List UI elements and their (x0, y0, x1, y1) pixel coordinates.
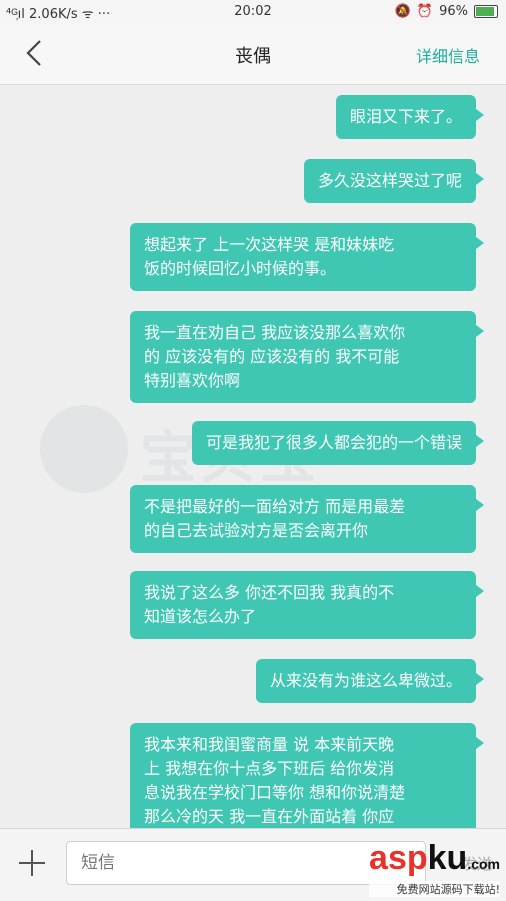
message-list[interactable]: 宝贝宝 眼泪又下来了。 多久没这样哭过了呢 想起来了 上一次这样哭 是和妹妹吃 … (0, 85, 506, 828)
conversation-header: 丧偶 详细信息 (0, 24, 506, 85)
watermark-octopus-icon (40, 405, 128, 493)
message-bubble[interactable]: 不是把最好的一面给对方 而是用最差 的自己去试验对方是否会离开你 (130, 485, 484, 553)
site-watermark-brand: aspku.com (369, 841, 500, 881)
message-bubble[interactable]: 我说了这么多 你还不回我 我真的不 知道该怎么办了 (130, 571, 484, 639)
message-bubble[interactable]: 从来没有为谁这么卑微过。 (255, 659, 485, 703)
message-bubble[interactable]: 眼泪又下来了。 (335, 95, 485, 139)
message-bubble[interactable]: 想起来了 上一次这样哭 是和妹妹吃 饭的时候回忆小时候的事。 (130, 223, 484, 291)
mute-icon: 🔕 (394, 4, 411, 19)
site-brand-part: asp (369, 839, 428, 877)
status-bar: ⁴ᴳ᷊ıl 2.06K/s ᯤ ··· 20:02 🔕 ⏰ 96% (0, 0, 506, 24)
site-watermark: aspku.com 免费网站源码下载站! (369, 841, 500, 897)
message-bubble[interactable]: 我本来和我闺蜜商量 说 本来前天晚 上 我想在你十点多下班后 给你发消 息说我在… (130, 723, 484, 828)
site-brand-part: ku (427, 839, 468, 877)
site-brand-part: .com (467, 856, 500, 872)
message-bubble[interactable]: 多久没这样哭过了呢 (303, 159, 485, 203)
message-bubble[interactable]: 我一直在劝自己 我应该没那么喜欢你 的 应该没有的 应该没有的 我不可能 特别喜… (130, 311, 484, 403)
battery-percent: 96% (439, 4, 468, 19)
composer-bar: 发送 aspku.com 免费网站源码下载站! (0, 828, 506, 901)
details-button[interactable]: 详细信息 (416, 43, 480, 67)
message-bubble[interactable]: 可是我犯了很多人都会犯的一个错误 (191, 421, 485, 465)
add-attachment-icon[interactable] (16, 847, 48, 879)
alarm-icon: ⏰ (416, 4, 434, 19)
site-watermark-tagline: 免费网站源码下载站! (369, 881, 500, 897)
system-indicators: 🔕 ⏰ 96% (395, 4, 498, 19)
battery-icon (474, 5, 498, 18)
